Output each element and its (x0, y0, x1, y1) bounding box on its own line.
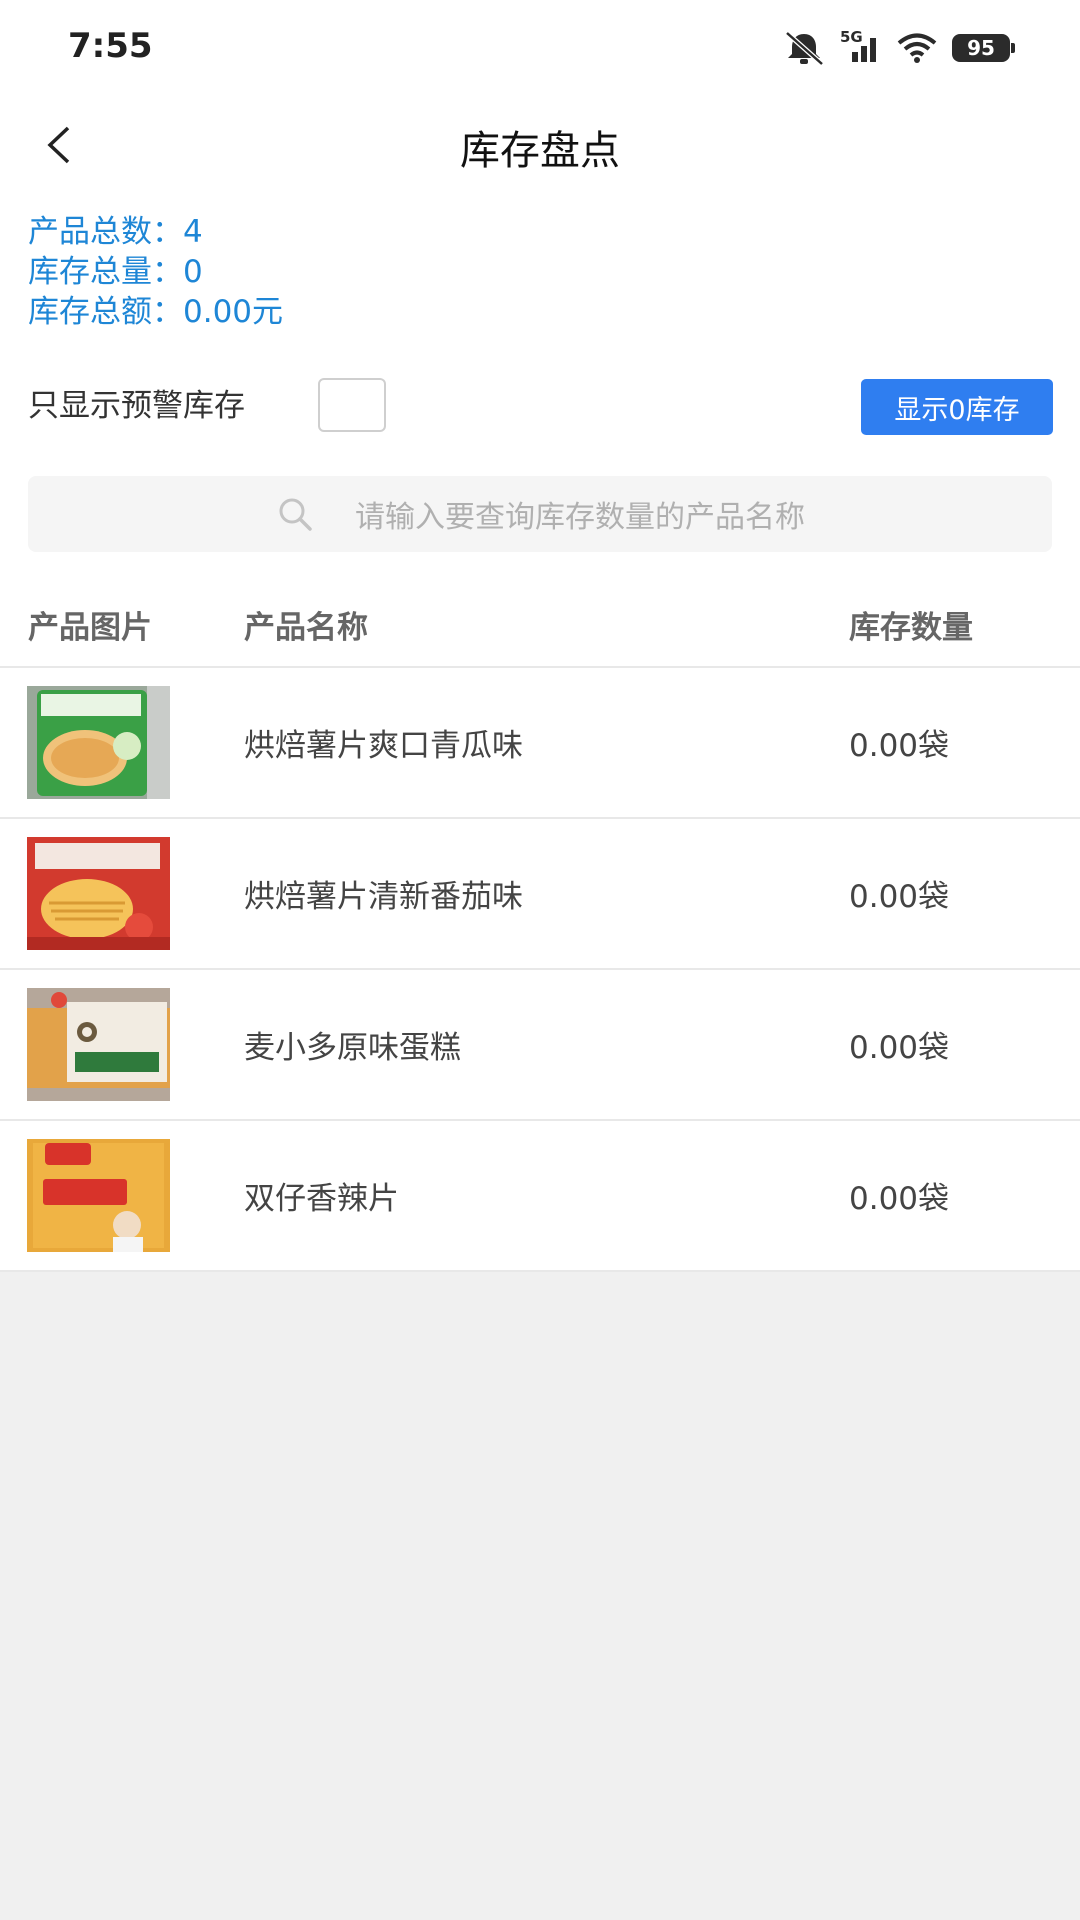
table-header: 产品图片 产品名称 库存数量 (0, 578, 1080, 668)
product-name: 烘焙薯片爽口青瓜味 (244, 728, 523, 764)
page-title: 库存盘点 (460, 128, 620, 174)
status-icons: 5G 95 (782, 28, 1015, 68)
product-count-label: 产品总数： (28, 214, 183, 250)
warning-only-label: 只显示预警库存 (28, 388, 245, 424)
signal-icon: 5G (840, 28, 882, 64)
product-name: 烘焙薯片清新番茄味 (244, 879, 523, 915)
product-thumbnail (27, 686, 170, 799)
stock-total-value: 0 (183, 254, 203, 290)
search-icon (279, 498, 312, 531)
stock-amount-label: 库存总额： (28, 294, 183, 330)
bell-muted-icon (782, 30, 826, 66)
product-quantity: 0.00袋 (849, 879, 950, 915)
search-input[interactable]: 请输入要查询库存数量的产品名称 (28, 476, 1052, 552)
search-placeholder: 请输入要查询库存数量的产品名称 (355, 500, 805, 535)
network-type: 5G (840, 28, 863, 46)
table-row[interactable]: 麦小多原味蛋糕 0.00袋 (0, 970, 1080, 1121)
table-row[interactable]: 烘焙薯片清新番茄味 0.00袋 (0, 819, 1080, 970)
product-thumbnail (27, 988, 170, 1101)
product-thumbnail (27, 837, 170, 950)
product-quantity: 0.00袋 (849, 1030, 950, 1066)
stock-amount-row: 库存总额：0.00元 (28, 292, 283, 332)
stock-total-row: 库存总量：0 (28, 252, 283, 292)
column-header-quantity: 库存数量 (849, 610, 973, 646)
product-name: 麦小多原味蛋糕 (244, 1030, 461, 1066)
table-row[interactable]: 烘焙薯片爽口青瓜味 0.00袋 (0, 668, 1080, 819)
product-count-value: 4 (183, 214, 203, 250)
status-time: 7:55 (68, 26, 153, 66)
wifi-icon (896, 32, 938, 64)
column-header-image: 产品图片 (28, 610, 152, 646)
column-header-name: 产品名称 (244, 610, 368, 646)
status-bar: 7:55 5G 95 (0, 0, 1080, 100)
header: 库存盘点 (0, 100, 1080, 190)
page: 7:55 5G 95 库存盘点 产品总数：4 库存总量：0 库存总额：0.00元… (0, 0, 1080, 1920)
inventory-summary: 产品总数：4 库存总量：0 库存总额：0.00元 (28, 212, 283, 332)
battery-icon: 95 (952, 34, 1015, 62)
product-quantity: 0.00袋 (849, 728, 950, 764)
show-zero-stock-button[interactable]: 显示0库存 (861, 379, 1053, 435)
stock-total-label: 库存总量： (28, 254, 183, 290)
table-row[interactable]: 双仔香辣片 0.00袋 (0, 1121, 1080, 1272)
warning-only-checkbox[interactable] (318, 378, 386, 432)
product-thumbnail (27, 1139, 170, 1252)
product-name: 双仔香辣片 (244, 1181, 399, 1217)
product-count-row: 产品总数：4 (28, 212, 283, 252)
stock-amount-value: 0.00元 (183, 294, 284, 330)
product-quantity: 0.00袋 (849, 1181, 950, 1217)
